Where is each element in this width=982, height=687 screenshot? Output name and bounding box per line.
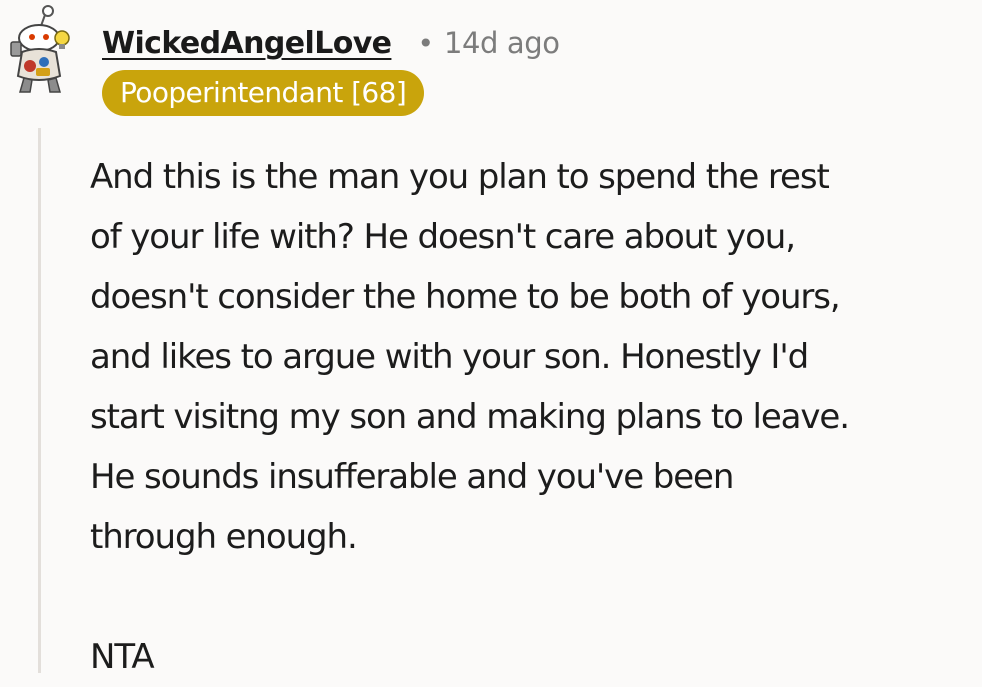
avatar[interactable] — [8, 4, 74, 98]
comment-line: and likes to argue with your son. Honest… — [90, 337, 809, 377]
comment: WickedAngelLove • 14d ago Pooperintendan… — [0, 0, 982, 677]
user-flair-badge: Pooperintendant [68] — [102, 70, 425, 116]
comment-line: through enough. — [90, 517, 358, 557]
comment-line: doesn't consider the home to be both of … — [90, 277, 841, 317]
verdict-text: NTA — [90, 637, 155, 677]
thread-collapse-line[interactable] — [38, 128, 41, 673]
comment-line: He sounds insufferable and you've been — [90, 457, 734, 497]
comment-line: of your life with? He doesn't care about… — [90, 217, 796, 257]
comment-paragraph: And this is the man you plan to spend th… — [90, 147, 970, 567]
comment-line: start visitng my son and making plans to… — [90, 397, 850, 437]
username-link[interactable]: WickedAngelLove — [102, 26, 392, 61]
meta-separator: • — [417, 26, 434, 60]
snoo-avatar-icon — [10, 5, 70, 93]
comment-meta: WickedAngelLove • 14d ago — [102, 18, 560, 68]
timestamp[interactable]: 14d ago — [444, 26, 560, 60]
comment-body: And this is the man you plan to spend th… — [90, 147, 970, 687]
comment-line: And this is the man you plan to spend th… — [90, 157, 830, 197]
